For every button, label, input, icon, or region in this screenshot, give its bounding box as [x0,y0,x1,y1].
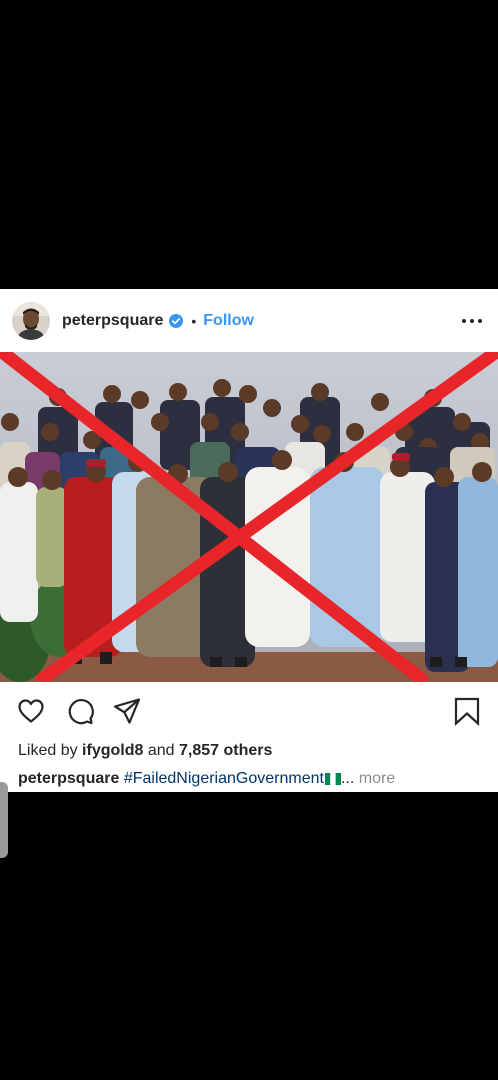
post-header: peterpsquare • Follow [0,289,498,352]
caption-ellipsis: ... [340,770,355,787]
nigeria-flag-icon [324,773,341,785]
likes-count[interactable]: 7,857 others [179,742,272,759]
post-caption: peterpsquare #FailedNigerianGovernment..… [18,770,395,788]
likes-line: Liked by ifygold8 and 7,857 others [18,742,272,760]
liked-by-prefix: Liked by [18,742,78,759]
caption-more-link[interactable]: more [359,770,395,787]
header-separator: • [191,312,197,329]
post-image[interactable] [0,352,498,682]
bottom-black-area [0,792,498,1080]
top-black-area [0,0,498,289]
comment-icon[interactable] [65,696,95,726]
liked-by-user[interactable]: ifygold8 [82,742,143,759]
likes-connector: and [147,742,175,759]
direct-share-icon[interactable] [112,696,142,726]
post-username[interactable]: peterpsquare [62,312,163,330]
caption-username[interactable]: peterpsquare [18,770,119,787]
heart-icon[interactable] [16,696,46,726]
action-bar [0,696,498,726]
more-options-icon[interactable] [462,311,482,331]
follow-button[interactable]: Follow [203,312,254,330]
bookmark-icon[interactable] [452,696,482,726]
avatar[interactable] [12,301,50,340]
caption-hashtag[interactable]: #FailedNigerianGovernment [124,770,324,787]
verified-badge-icon [169,313,184,328]
side-edge-tab[interactable] [0,782,8,858]
instagram-post: peterpsquare • Follow Liked by ifygold8 … [0,289,498,792]
